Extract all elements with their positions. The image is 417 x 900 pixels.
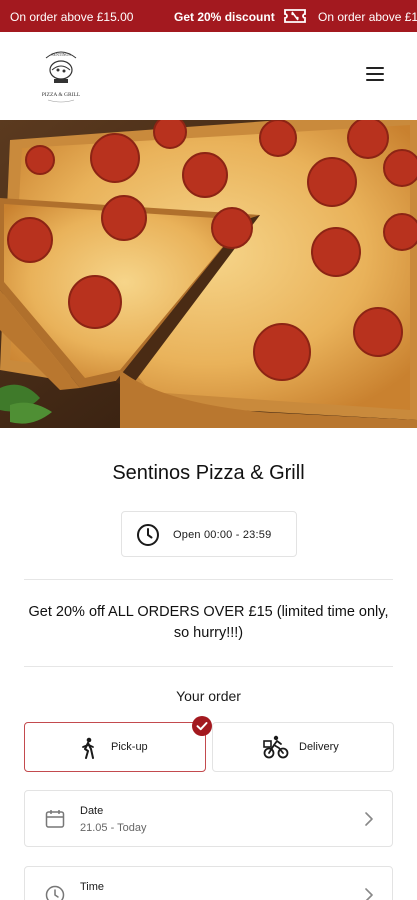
divider <box>24 579 393 580</box>
chevron-right-icon <box>365 812 373 826</box>
date-label: Date <box>80 805 104 817</box>
divider <box>24 666 393 667</box>
pizza-image <box>0 120 417 428</box>
clock-icon <box>45 885 65 900</box>
pickup-button[interactable]: Pick-up <box>24 722 206 772</box>
ticket-icon <box>284 9 306 23</box>
time-selector[interactable]: Time <box>24 866 393 900</box>
opening-hours: Open 00:00 - 23:59 <box>121 511 297 557</box>
menu-button[interactable] <box>366 66 388 82</box>
promo-bar-discount-text: Get 20% discount <box>174 10 275 24</box>
promo-bar-text-right: On order above £15.00 <box>318 10 417 24</box>
promo-bar: On order above £15.00 Get 20% discount O… <box>0 0 417 32</box>
restaurant-logo[interactable]: SENTINOS PIZZA & GRILL <box>36 44 86 106</box>
clock-icon <box>137 524 159 546</box>
delivery-button[interactable]: Delivery <box>212 722 394 772</box>
pickup-label: Pick-up <box>111 741 148 753</box>
time-label: Time <box>80 881 105 893</box>
delivery-label: Delivery <box>299 741 339 753</box>
opening-hours-text: Open 00:00 - 23:59 <box>173 529 272 541</box>
promo-bar-text-left: On order above £15.00 <box>10 10 134 24</box>
svg-text:PIZZA & GRILL: PIZZA & GRILL <box>42 92 81 98</box>
date-value: 21.05 - Today <box>80 822 147 834</box>
selected-check-icon <box>192 716 212 736</box>
hamburger-menu-icon <box>366 67 384 69</box>
calendar-icon <box>45 810 65 828</box>
date-selector[interactable]: Date 21.05 - Today <box>24 790 393 847</box>
walking-person-icon <box>82 737 94 759</box>
hero-image <box>0 120 417 428</box>
restaurant-name: Sentinos Pizza & Grill <box>112 462 305 484</box>
bike-courier-icon <box>263 735 289 759</box>
chevron-right-icon <box>365 888 373 900</box>
svg-text:SENTINOS: SENTINOS <box>51 52 70 57</box>
promo-message: Get 20% off ALL ORDERS OVER £15 (limited… <box>28 604 389 641</box>
your-order-heading: Your order <box>176 688 241 704</box>
header: SENTINOS PIZZA & GRILL <box>0 32 417 120</box>
